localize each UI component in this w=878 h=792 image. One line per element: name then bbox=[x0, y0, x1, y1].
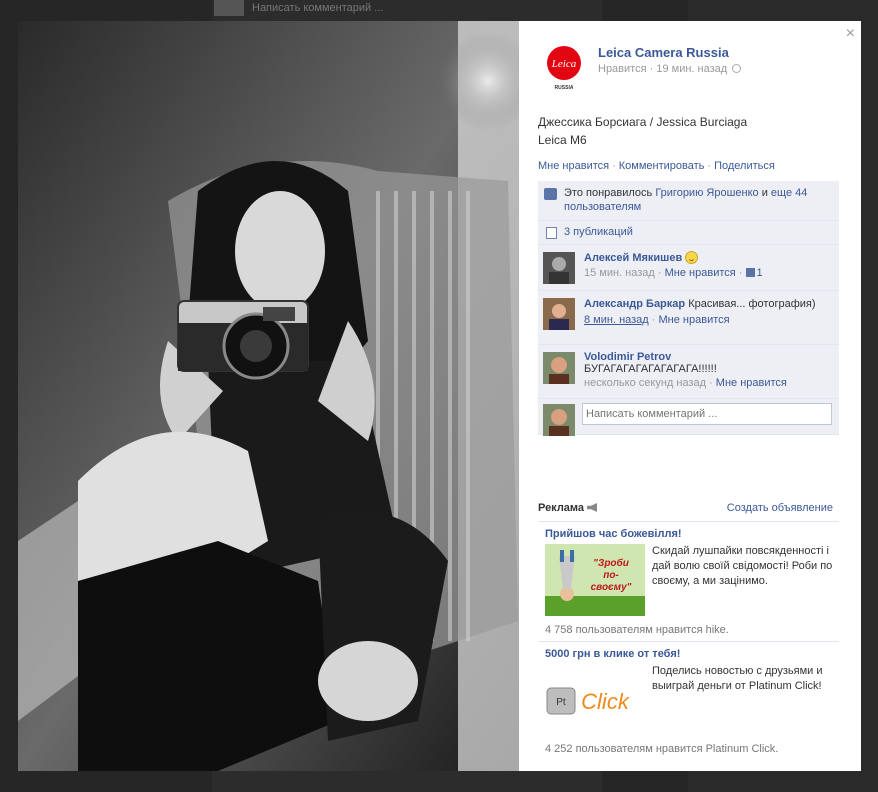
post-meta: Нравится · 19 мин. назад bbox=[598, 63, 742, 75]
svg-text:по-: по- bbox=[603, 570, 619, 581]
ad-text: Скидай лушпайки повсякденності і дай вол… bbox=[652, 545, 833, 587]
comment-author-link[interactable]: Александр Баркар bbox=[584, 298, 685, 310]
create-ad-link[interactable]: Создать объявление bbox=[727, 502, 833, 514]
ad-badge-text: Pt bbox=[556, 697, 566, 708]
comment-time[interactable]: 8 мин. назад bbox=[584, 314, 649, 326]
avatar[interactable] bbox=[543, 352, 575, 384]
speaker-icon bbox=[587, 503, 598, 512]
ads-title: Реклама bbox=[538, 502, 598, 514]
ad-text: Поделись новостью с друзьями и выиграй д… bbox=[652, 665, 823, 692]
comment-like-link[interactable]: Мне нравится bbox=[716, 377, 787, 389]
comment-item: Александр Баркар Красивая... фотография)… bbox=[538, 291, 839, 345]
like-link[interactable]: Мне нравится bbox=[538, 160, 609, 172]
write-comment-row bbox=[538, 399, 839, 436]
ad-item[interactable]: Прийшов час божевілля! "Зроби по- своєму… bbox=[538, 522, 839, 642]
svg-text:RUSSIA: RUSSIA bbox=[555, 85, 574, 91]
ad-title-link[interactable]: 5000 грн в клике от тебя! bbox=[545, 648, 680, 660]
ad-item[interactable]: 5000 грн в клике от тебя! Pt Click Подел… bbox=[538, 642, 839, 768]
post-photo[interactable] bbox=[18, 21, 519, 771]
comment-input[interactable] bbox=[582, 403, 832, 425]
publications-row[interactable]: 3 публикаций bbox=[538, 221, 839, 245]
globe-icon bbox=[732, 64, 742, 73]
comment-author-link[interactable]: Volodimir Petrov bbox=[584, 351, 671, 363]
background-comment-input: Написать комментарий ... bbox=[252, 2, 384, 14]
likes-and: и bbox=[761, 187, 768, 199]
ad-image-text: Click bbox=[581, 689, 630, 714]
likes-summary: Это понравилось Григорию Ярошенко и еще … bbox=[538, 181, 839, 221]
page-name-link[interactable]: Leica Camera Russia bbox=[598, 45, 729, 60]
photo-lightbox: × Leica RUSSIA Leica Camera Russia Нрави… bbox=[18, 21, 861, 771]
ad-title-link[interactable]: Прийшов час божевілля! bbox=[545, 528, 682, 540]
shares-icon bbox=[546, 227, 557, 239]
comment-like-link[interactable]: Мне нравится bbox=[665, 267, 736, 279]
avatar bbox=[543, 404, 575, 436]
ads-header: Реклама Создать объявление bbox=[538, 502, 839, 522]
avatar[interactable] bbox=[543, 298, 575, 330]
comment-text: БУГАГАГАГАГАГАГАГА!!!!!! bbox=[584, 363, 717, 375]
ads-section: Реклама Создать объявление Прийшов час б… bbox=[538, 502, 839, 768]
meta-like-label: Нравится bbox=[598, 63, 647, 75]
feedback-box: Это понравилось Григорию Ярошенко и еще … bbox=[538, 181, 839, 436]
ad-likes: 4 758 пользователям нравится hike. bbox=[545, 624, 729, 636]
ad-likes: 4 252 пользователям нравится Platinum Cl… bbox=[545, 743, 779, 755]
share-link[interactable]: Поделиться bbox=[714, 160, 775, 172]
comment-text: Красивая... фотография) bbox=[688, 298, 816, 310]
ad-image-text: "Зроби bbox=[593, 557, 629, 569]
svg-text:своєму": своєму" bbox=[591, 582, 632, 593]
like-count-icon bbox=[746, 268, 756, 277]
leica-logo[interactable]: Leica RUSSIA bbox=[542, 43, 586, 91]
close-icon[interactable]: × bbox=[846, 26, 855, 42]
comment-item: Алексей Мякишев 15 мин. назад · Мне нрав… bbox=[538, 245, 839, 291]
post-timestamp[interactable]: 19 мин. назад bbox=[656, 63, 727, 75]
comment-link[interactable]: Комментировать bbox=[619, 160, 705, 172]
smiley-icon bbox=[685, 251, 699, 264]
caption-line-2: Leica M6 bbox=[538, 133, 587, 147]
publications-link[interactable]: 3 публикаций bbox=[564, 226, 633, 238]
photo-sidebar: × Leica RUSSIA Leica Camera Russia Нрави… bbox=[519, 21, 861, 771]
caption-line-1: Джессика Борсиага / Jessica Burciaga bbox=[538, 115, 748, 129]
comment-item: Volodimir Petrov БУГАГАГАГАГАГАГАГА!!!!!… bbox=[538, 345, 839, 399]
ad-image[interactable]: "Зроби по- своєму" bbox=[545, 544, 645, 616]
comment-author-link[interactable]: Алексей Мякишев bbox=[584, 252, 682, 264]
ad-image[interactable]: Pt Click bbox=[545, 680, 645, 720]
comment-time[interactable]: несколько секунд назад bbox=[584, 377, 706, 389]
likes-prefix: Это понравилось bbox=[564, 187, 653, 199]
photo-image bbox=[18, 21, 519, 771]
comment-like-count[interactable]: 1 bbox=[756, 267, 762, 279]
liker-name-link[interactable]: Григорию Ярошенко bbox=[655, 187, 758, 199]
svg-text:Leica: Leica bbox=[551, 58, 577, 70]
thumbs-up-icon bbox=[544, 188, 557, 200]
comment-like-link[interactable]: Мне нравится bbox=[659, 314, 730, 326]
post-caption: Джессика Борсиага / Jessica Burciaga Lei… bbox=[538, 113, 747, 149]
comment-time[interactable]: 15 мин. назад bbox=[584, 267, 655, 279]
avatar[interactable] bbox=[543, 252, 575, 284]
post-actions: Мне нравится · Комментировать · Поделиться bbox=[538, 160, 775, 172]
